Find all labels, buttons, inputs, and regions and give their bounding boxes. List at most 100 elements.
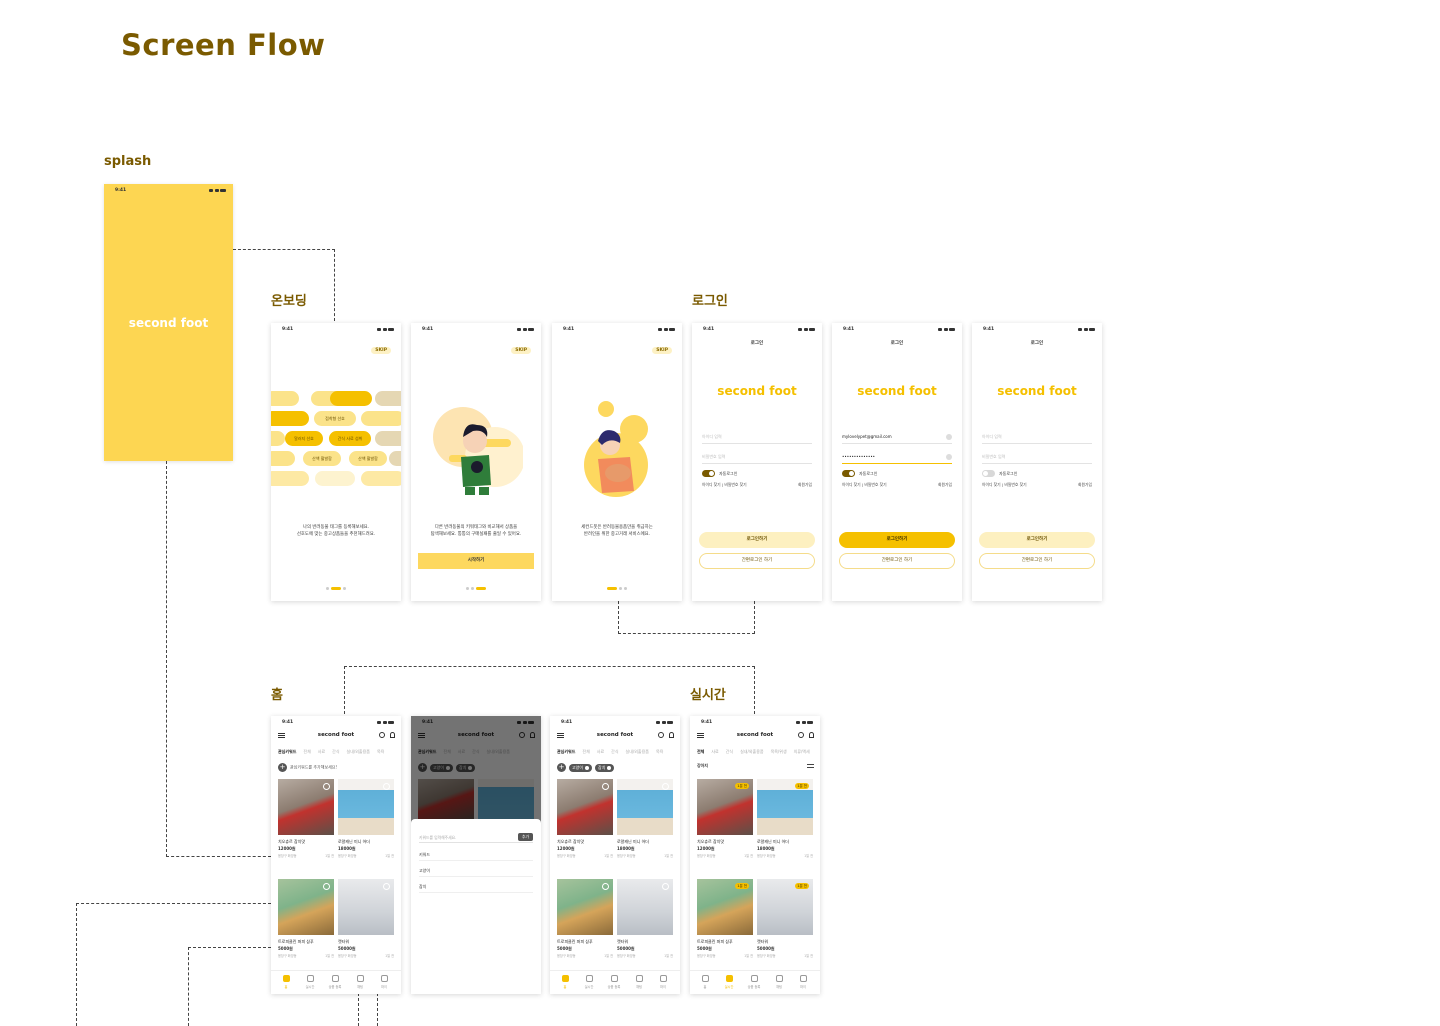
bell-icon[interactable]: [669, 732, 674, 738]
filter-icon[interactable]: [807, 764, 814, 768]
chip-close-icon[interactable]: [607, 765, 612, 770]
password-field[interactable]: 비밀번호 입력: [982, 452, 1092, 464]
product-card[interactable]: 1분 전 로얄캐닌 미니 어더 18000원 용장구 화양동 1일 전: [757, 779, 813, 858]
tab-all[interactable]: 전체: [697, 749, 704, 754]
tab-food[interactable]: 사료: [318, 749, 325, 754]
heart-icon[interactable]: [662, 783, 669, 790]
product-card[interactable]: 캣타워 50000원 용장구 화양동 1일 전: [338, 879, 394, 958]
tab-bath[interactable]: 목욕: [377, 749, 384, 754]
simple-login-button[interactable]: 간편로그인 하기: [979, 553, 1095, 569]
simple-login-button[interactable]: 간편로그인 하기: [699, 553, 815, 569]
sheet-item[interactable]: 참치: [419, 881, 533, 893]
add-keyword-icon[interactable]: +: [557, 763, 566, 772]
product-card[interactable]: 트로피클린 퍼피 샴푸 5000원 용장구 화양동 1일 전: [557, 879, 613, 958]
find-password-link[interactable]: 비밀번호 찾기: [724, 482, 746, 487]
tab-goods[interactable]: 실내/외출용품: [347, 749, 370, 754]
sheet-item[interactable]: 키워드: [419, 849, 533, 861]
product-card[interactable]: 1분 전 캣타워 50000원 용장구 화양동 1일 전: [757, 879, 813, 958]
product-card[interactable]: 로얄캐닌 미니 어더 18000원 용장구 화양동 1일 전: [338, 779, 394, 858]
tab-snack[interactable]: 간식: [611, 749, 618, 754]
password-field[interactable]: ••••••••••••••: [842, 452, 952, 464]
heart-icon[interactable]: [662, 883, 669, 890]
tab-food[interactable]: 사료: [597, 749, 604, 754]
signup-link[interactable]: 회원가입: [938, 482, 952, 488]
tab-hygiene[interactable]: 목욕/위생: [771, 749, 787, 754]
nav-chat[interactable]: 채팅: [630, 975, 648, 989]
product-card[interactable]: 로얄캐닌 미니 어더 18000원 용장구 화양동 1일 전: [617, 779, 673, 858]
start-button[interactable]: 시작하기: [418, 553, 534, 569]
keyword-input[interactable]: 키워드를 입력해주세요. 추가: [419, 833, 533, 843]
add-keyword-icon[interactable]: +: [278, 763, 287, 772]
nav-realtime[interactable]: 실시간: [580, 975, 598, 989]
find-id-link[interactable]: 아이디 찾기: [982, 482, 1001, 487]
find-id-link[interactable]: 아이디 찾기: [842, 482, 861, 487]
heart-icon[interactable]: [383, 883, 390, 890]
heart-icon[interactable]: [323, 883, 330, 890]
keyword-chip[interactable]: 고양이: [569, 763, 593, 772]
heart-icon[interactable]: [602, 783, 609, 790]
signup-link[interactable]: 회원가입: [798, 482, 812, 488]
category-label[interactable]: 강아지: [697, 763, 708, 768]
nav-home[interactable]: 홈: [277, 975, 295, 989]
sheet-item[interactable]: 고양이: [419, 865, 533, 877]
nav-my[interactable]: 마이: [375, 975, 393, 989]
nav-my[interactable]: 마이: [654, 975, 672, 989]
find-password-link[interactable]: 비밀번호 찾기: [864, 482, 886, 487]
find-id-link[interactable]: 아이디 찾기: [702, 482, 721, 487]
skip-button[interactable]: SKIP: [371, 347, 391, 354]
heart-icon[interactable]: [323, 783, 330, 790]
heart-icon[interactable]: [602, 883, 609, 890]
bell-icon[interactable]: [390, 732, 395, 738]
find-password-link[interactable]: 비밀번호 찾기: [1004, 482, 1026, 487]
product-card[interactable]: 1분 전 트로피클린 퍼피 샴푸 5000원 용장구 화양동 1일 전: [697, 879, 753, 958]
product-card[interactable]: 치오츄르 참치맛 12000원 용장구 화양동 1일 전: [278, 779, 334, 858]
nav-register[interactable]: 상품 등록: [326, 975, 344, 989]
product-card[interactable]: 1분 전 치오츄르 참치맛 12000원 용장구 화양동 1일 전: [697, 779, 753, 858]
tab-keyword[interactable]: 관심키워드: [278, 749, 296, 754]
login-button[interactable]: 로그인하기: [699, 532, 815, 548]
product-card[interactable]: 트로피클린 퍼피 샴푸 5000원 용장구 화양동 1일 전: [278, 879, 334, 958]
email-field[interactable]: mylovelypet@gmail.com: [842, 432, 952, 444]
nav-chat[interactable]: 채팅: [351, 975, 369, 989]
auto-login-toggle[interactable]: [842, 470, 855, 477]
heart-icon[interactable]: [383, 783, 390, 790]
login-button[interactable]: 로그인하기: [839, 532, 955, 548]
tab-keyword[interactable]: 관심키워드: [557, 749, 575, 754]
search-icon[interactable]: [379, 732, 385, 738]
nav-chat[interactable]: 채팅: [770, 975, 788, 989]
nav-register[interactable]: 상품 등록: [605, 975, 623, 989]
tab-goods[interactable]: 실내/외출용품: [740, 749, 763, 754]
nav-my[interactable]: 마이: [794, 975, 812, 989]
signup-link[interactable]: 회원가입: [1078, 482, 1092, 488]
id-field[interactable]: 아이디 입력: [982, 432, 1092, 444]
bell-icon[interactable]: [809, 732, 814, 738]
login-button[interactable]: 로그인하기: [979, 532, 1095, 548]
tab-clothing[interactable]: 의류/액세: [794, 749, 810, 754]
tab-all[interactable]: 전체: [582, 749, 589, 754]
skip-button[interactable]: SKIP: [652, 347, 672, 354]
tab-goods[interactable]: 실내/외출용품: [626, 749, 649, 754]
tab-snack[interactable]: 간식: [332, 749, 339, 754]
clear-icon[interactable]: [946, 454, 952, 460]
product-card[interactable]: 캣타워 50000원 용장구 화양동 1일 전: [617, 879, 673, 958]
id-field[interactable]: 아이디 입력: [702, 432, 812, 444]
tab-bath[interactable]: 목욕: [656, 749, 663, 754]
tab-all[interactable]: 전체: [303, 749, 310, 754]
keyword-chip[interactable]: 참치: [595, 763, 615, 772]
skip-button[interactable]: SKIP: [511, 347, 531, 354]
tab-food[interactable]: 사료: [711, 749, 718, 754]
simple-login-button[interactable]: 간편로그인 하기: [839, 553, 955, 569]
search-icon[interactable]: [658, 732, 664, 738]
auto-login-toggle[interactable]: [982, 470, 995, 477]
nav-realtime[interactable]: 실시간: [301, 975, 319, 989]
add-keyword-button[interactable]: 추가: [518, 833, 533, 841]
nav-register[interactable]: 상품 등록: [745, 975, 763, 989]
auto-login-toggle[interactable]: [702, 470, 715, 477]
nav-realtime[interactable]: 실시간: [720, 975, 738, 989]
clear-icon[interactable]: [946, 434, 952, 440]
search-icon[interactable]: [798, 732, 804, 738]
password-field[interactable]: 비밀번호 입력: [702, 452, 812, 464]
nav-home[interactable]: 홈: [696, 975, 714, 989]
tab-snack[interactable]: 간식: [726, 749, 733, 754]
nav-home[interactable]: 홈: [556, 975, 574, 989]
